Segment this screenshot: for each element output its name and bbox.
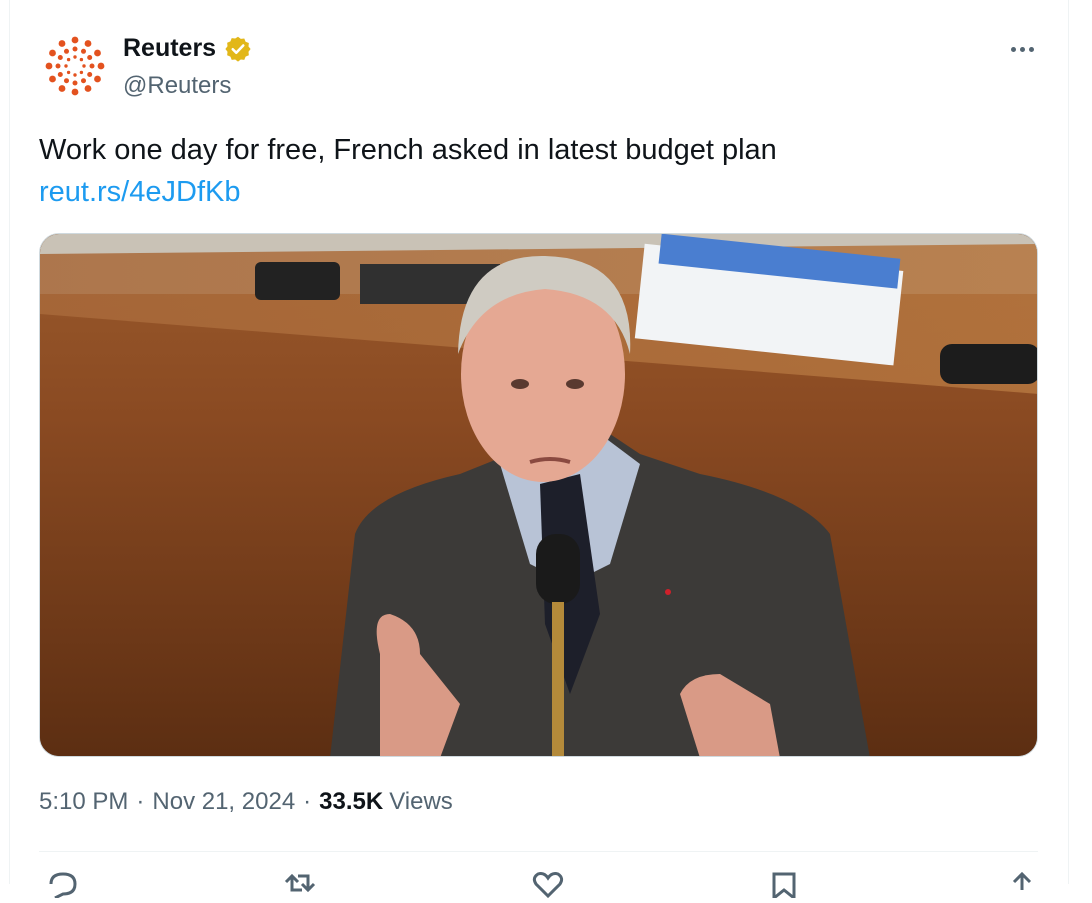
share-icon	[1012, 871, 1032, 890]
meta-separator: ·	[303, 788, 312, 815]
tweet-meta: 5:10 PM · Nov 21, 2024 · 33.5K Views	[39, 788, 453, 816]
divider	[39, 851, 1038, 852]
tweet-card: Reuters @Reuters Work one day for free, …	[9, 0, 1069, 902]
reply-button[interactable]	[43, 868, 83, 900]
avatar[interactable]	[39, 30, 111, 102]
more-options-button[interactable]	[1000, 34, 1044, 64]
more-dots-icon	[1010, 46, 1016, 52]
meta-separator: ·	[136, 788, 145, 815]
reuters-logo-icon	[45, 36, 105, 96]
reply-icon	[49, 872, 77, 900]
views-count[interactable]: 33.5K	[319, 788, 383, 816]
author-name-row[interactable]: Reuters	[123, 34, 252, 63]
share-button[interactable]	[1002, 868, 1042, 898]
verified-badge-icon[interactable]	[224, 35, 252, 63]
bookmark-button[interactable]	[764, 868, 804, 902]
tweet-link[interactable]: reut.rs/4eJDfKb	[39, 174, 240, 210]
retweet-button[interactable]	[280, 868, 320, 898]
retweet-icon	[284, 873, 316, 893]
tweet-date[interactable]: Nov 21, 2024	[152, 788, 295, 816]
like-icon	[532, 872, 564, 899]
author-name[interactable]: Reuters	[123, 34, 216, 63]
tweet-time[interactable]: 5:10 PM	[39, 788, 128, 816]
tweet-photo[interactable]	[39, 233, 1038, 757]
author-handle[interactable]: @Reuters	[123, 72, 231, 100]
bookmark-icon	[772, 872, 796, 902]
speaker-photo-image	[40, 234, 1037, 756]
views-label[interactable]: Views	[389, 788, 453, 816]
tweet-text: Work one day for free, French asked in l…	[39, 134, 777, 166]
like-button[interactable]	[528, 868, 568, 899]
